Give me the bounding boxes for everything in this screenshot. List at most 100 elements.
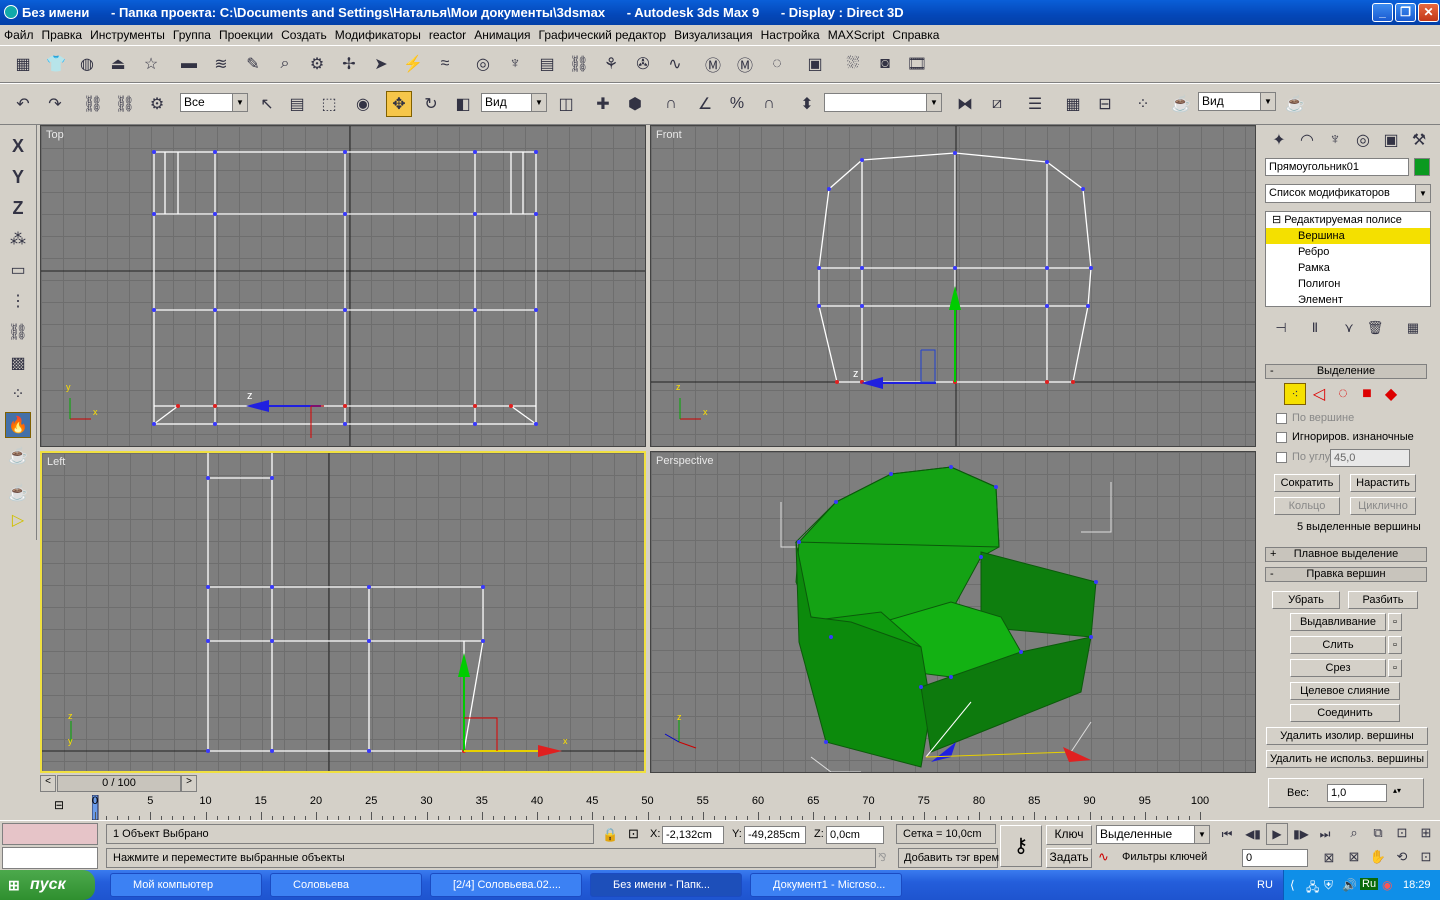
edit-vertices-rollout-header[interactable]: - Правка вершин xyxy=(1265,567,1427,582)
weld-settings-button[interactable]: ▫ xyxy=(1388,636,1402,654)
bind-space-warp-icon[interactable]: ⚙ xyxy=(144,91,170,117)
chamfer-button[interactable]: Срез xyxy=(1290,659,1386,677)
scale-icon[interactable]: ◧ xyxy=(450,91,476,117)
vertex-mode-icon[interactable]: ⁖ xyxy=(1284,383,1306,405)
zoom-extents-icon[interactable]: ⊡ xyxy=(1392,823,1412,843)
time-prev-icon[interactable]: < xyxy=(40,775,56,792)
wave-icon[interactable]: ≈ xyxy=(432,51,458,77)
time-tag-icon[interactable]: ⅋ xyxy=(878,851,887,864)
remove-modifier-icon[interactable]: 🗑 xyxy=(1362,315,1388,341)
connect-button[interactable]: Соединить xyxy=(1290,704,1400,722)
key-tangent-icon[interactable]: ∿ xyxy=(1098,849,1109,865)
close-button[interactable]: ✕ xyxy=(1418,3,1439,22)
polygon-mode-icon[interactable]: ■ xyxy=(1356,383,1378,405)
menu-graph-editors[interactable]: Графический редактор xyxy=(535,28,671,42)
task-word-document[interactable]: Документ1 - Microso... xyxy=(750,873,902,897)
quick-render-icon[interactable]: ☕ xyxy=(1282,91,1308,117)
film-icon[interactable]: 🎞 xyxy=(904,51,930,77)
restore-button[interactable]: ❐ xyxy=(1395,3,1416,22)
menu-file[interactable]: Файл xyxy=(0,28,38,42)
utilities-tab-icon[interactable]: ⚒ xyxy=(1406,127,1432,153)
zoom-extents-all-icon[interactable]: ⊞ xyxy=(1416,823,1436,843)
time-next-icon[interactable]: > xyxy=(181,775,197,792)
cloth-icon[interactable]: ▤ xyxy=(534,51,560,77)
balls-icon[interactable]: ⁘ xyxy=(5,381,31,407)
menu-tools[interactable]: Инструменты xyxy=(86,28,169,42)
star-icon[interactable]: ☆ xyxy=(138,51,164,77)
menu-create[interactable]: Создать xyxy=(277,28,331,42)
selection-filter-dropdown[interactable]: Все ▼ xyxy=(180,93,248,112)
previous-frame-icon[interactable]: ◀▮ xyxy=(1242,823,1264,845)
pencil-icon[interactable]: ✎ xyxy=(240,51,266,77)
figure-icon[interactable]: ♆ xyxy=(502,51,528,77)
align-icon[interactable]: ⧄ xyxy=(984,91,1010,117)
task-image[interactable]: [2/4] Соловьева.02.... xyxy=(430,873,582,897)
by-angle-checkbox[interactable]: По углу: xyxy=(1276,451,1333,463)
maxscript-listener-white[interactable] xyxy=(2,847,98,869)
key-mode-dropdown[interactable]: Выделенные ▼ xyxy=(1096,825,1210,844)
camera-icon[interactable]: ◙ xyxy=(872,51,898,77)
language-indicator[interactable]: RU xyxy=(1257,879,1273,891)
viewport-front[interactable]: Front z z x xyxy=(650,125,1256,447)
play-icon[interactable]: ▷ xyxy=(5,507,31,533)
tray-back-icon[interactable]: ⟨ xyxy=(1290,878,1295,892)
pin-stack-icon[interactable]: ⊣ xyxy=(1268,315,1294,341)
remove-button[interactable]: Убрать xyxy=(1272,591,1340,609)
hierarchy-tab-icon[interactable]: ♆ xyxy=(1322,127,1348,153)
bone-icon[interactable]: ✢ xyxy=(336,51,362,77)
layer-manager-icon[interactable]: ☰ xyxy=(1022,91,1048,117)
motion-tab-icon[interactable]: ◎ xyxy=(1350,127,1376,153)
time-configuration-icon[interactable]: ⊠ xyxy=(1318,847,1340,869)
zoom-icon[interactable]: ⌕ xyxy=(1344,823,1364,843)
extrude-settings-button[interactable]: ▫ xyxy=(1388,613,1402,631)
object-color-swatch[interactable] xyxy=(1414,158,1430,176)
stack-editable-poly[interactable]: ⊟ Редактируемая полисе xyxy=(1266,212,1430,228)
teapot-icon[interactable]: ☕ xyxy=(5,480,31,506)
track-bar[interactable]: ⊟ 0 5 10 15 20 25 30 35 40 45 50 55 60 65 70 75 80 85 90 95… xyxy=(40,795,1255,820)
stack-vertex[interactable]: Вершина xyxy=(1266,228,1430,244)
pan-icon[interactable]: ✋ xyxy=(1368,847,1388,867)
menu-help[interactable]: Справка xyxy=(888,28,943,42)
material-map-icon[interactable]: Ⓜ xyxy=(732,51,758,77)
spiral-icon[interactable]: ◎ xyxy=(470,51,496,77)
absolute-mode-icon[interactable]: ⊡ xyxy=(628,826,639,842)
pivot-center-icon[interactable]: ◫ xyxy=(553,91,579,117)
time-slider[interactable]: < 0 / 100 > xyxy=(40,775,1255,792)
selection-rollout-header[interactable]: - Выделение xyxy=(1265,364,1427,379)
rotate-icon[interactable]: ↻ xyxy=(418,91,444,117)
spinner-snap-icon[interactable]: ∩ xyxy=(756,91,782,117)
minimize-button[interactable]: _ xyxy=(1372,3,1393,22)
key-icon[interactable]: ⚷ xyxy=(1000,825,1042,867)
modifier-list-dropdown[interactable]: Список модификаторов ▼ xyxy=(1265,184,1431,203)
menu-group[interactable]: Группа xyxy=(169,28,215,42)
weight-field[interactable]: 1,0 xyxy=(1327,784,1387,802)
restrict-y-button[interactable]: Y xyxy=(5,164,31,190)
document-icon[interactable]: ▣ xyxy=(802,51,828,77)
tray-antivirus-icon[interactable]: ◉ xyxy=(1382,878,1392,892)
menu-rendering[interactable]: Визуализация xyxy=(670,28,757,42)
edge-mode-icon[interactable]: ◁ xyxy=(1308,383,1330,405)
weight-spinner[interactable]: ▴▾ xyxy=(1393,786,1401,795)
fish-icon[interactable]: ➤ xyxy=(368,51,394,77)
swirl-icon[interactable]: ◌ xyxy=(764,51,790,77)
soft-selection-rollout-header[interactable]: + Плавное выделение xyxy=(1265,547,1427,562)
by-vertex-checkbox[interactable]: По вершине xyxy=(1276,412,1354,424)
lamp-icon[interactable]: ⏏ xyxy=(105,51,131,77)
add-time-tag[interactable]: Добавить тэг врем xyxy=(898,848,999,868)
break-button[interactable]: Разбить xyxy=(1348,591,1418,609)
remove-unused-vertices-button[interactable]: Удалить не использ. вершины xyxy=(1266,750,1428,768)
lightning-icon[interactable]: ⚡ xyxy=(400,51,426,77)
y-coordinate-field[interactable]: -49,285cm xyxy=(744,826,806,844)
go-to-start-icon[interactable]: ⏮ xyxy=(1216,823,1238,845)
magnifier-icon[interactable]: ⌕ xyxy=(272,51,298,77)
move-icon[interactable]: ✥ xyxy=(386,91,412,117)
shrink-button[interactable]: Сократить xyxy=(1274,474,1340,492)
menu-maxscript[interactable]: MAXScript xyxy=(824,28,889,42)
make-unique-icon[interactable]: ⋎ xyxy=(1336,315,1362,341)
task-3dsmax[interactable]: Без имени - Папк... xyxy=(590,873,742,897)
stack-element[interactable]: Элемент xyxy=(1266,292,1430,308)
menu-customize[interactable]: Настройка xyxy=(757,28,824,42)
maximize-viewport-icon[interactable]: ⊡ xyxy=(1416,847,1436,867)
rectangular-selection-icon[interactable]: ⬚ xyxy=(316,91,342,117)
render-scene-icon[interactable]: ⛆ xyxy=(840,51,866,77)
